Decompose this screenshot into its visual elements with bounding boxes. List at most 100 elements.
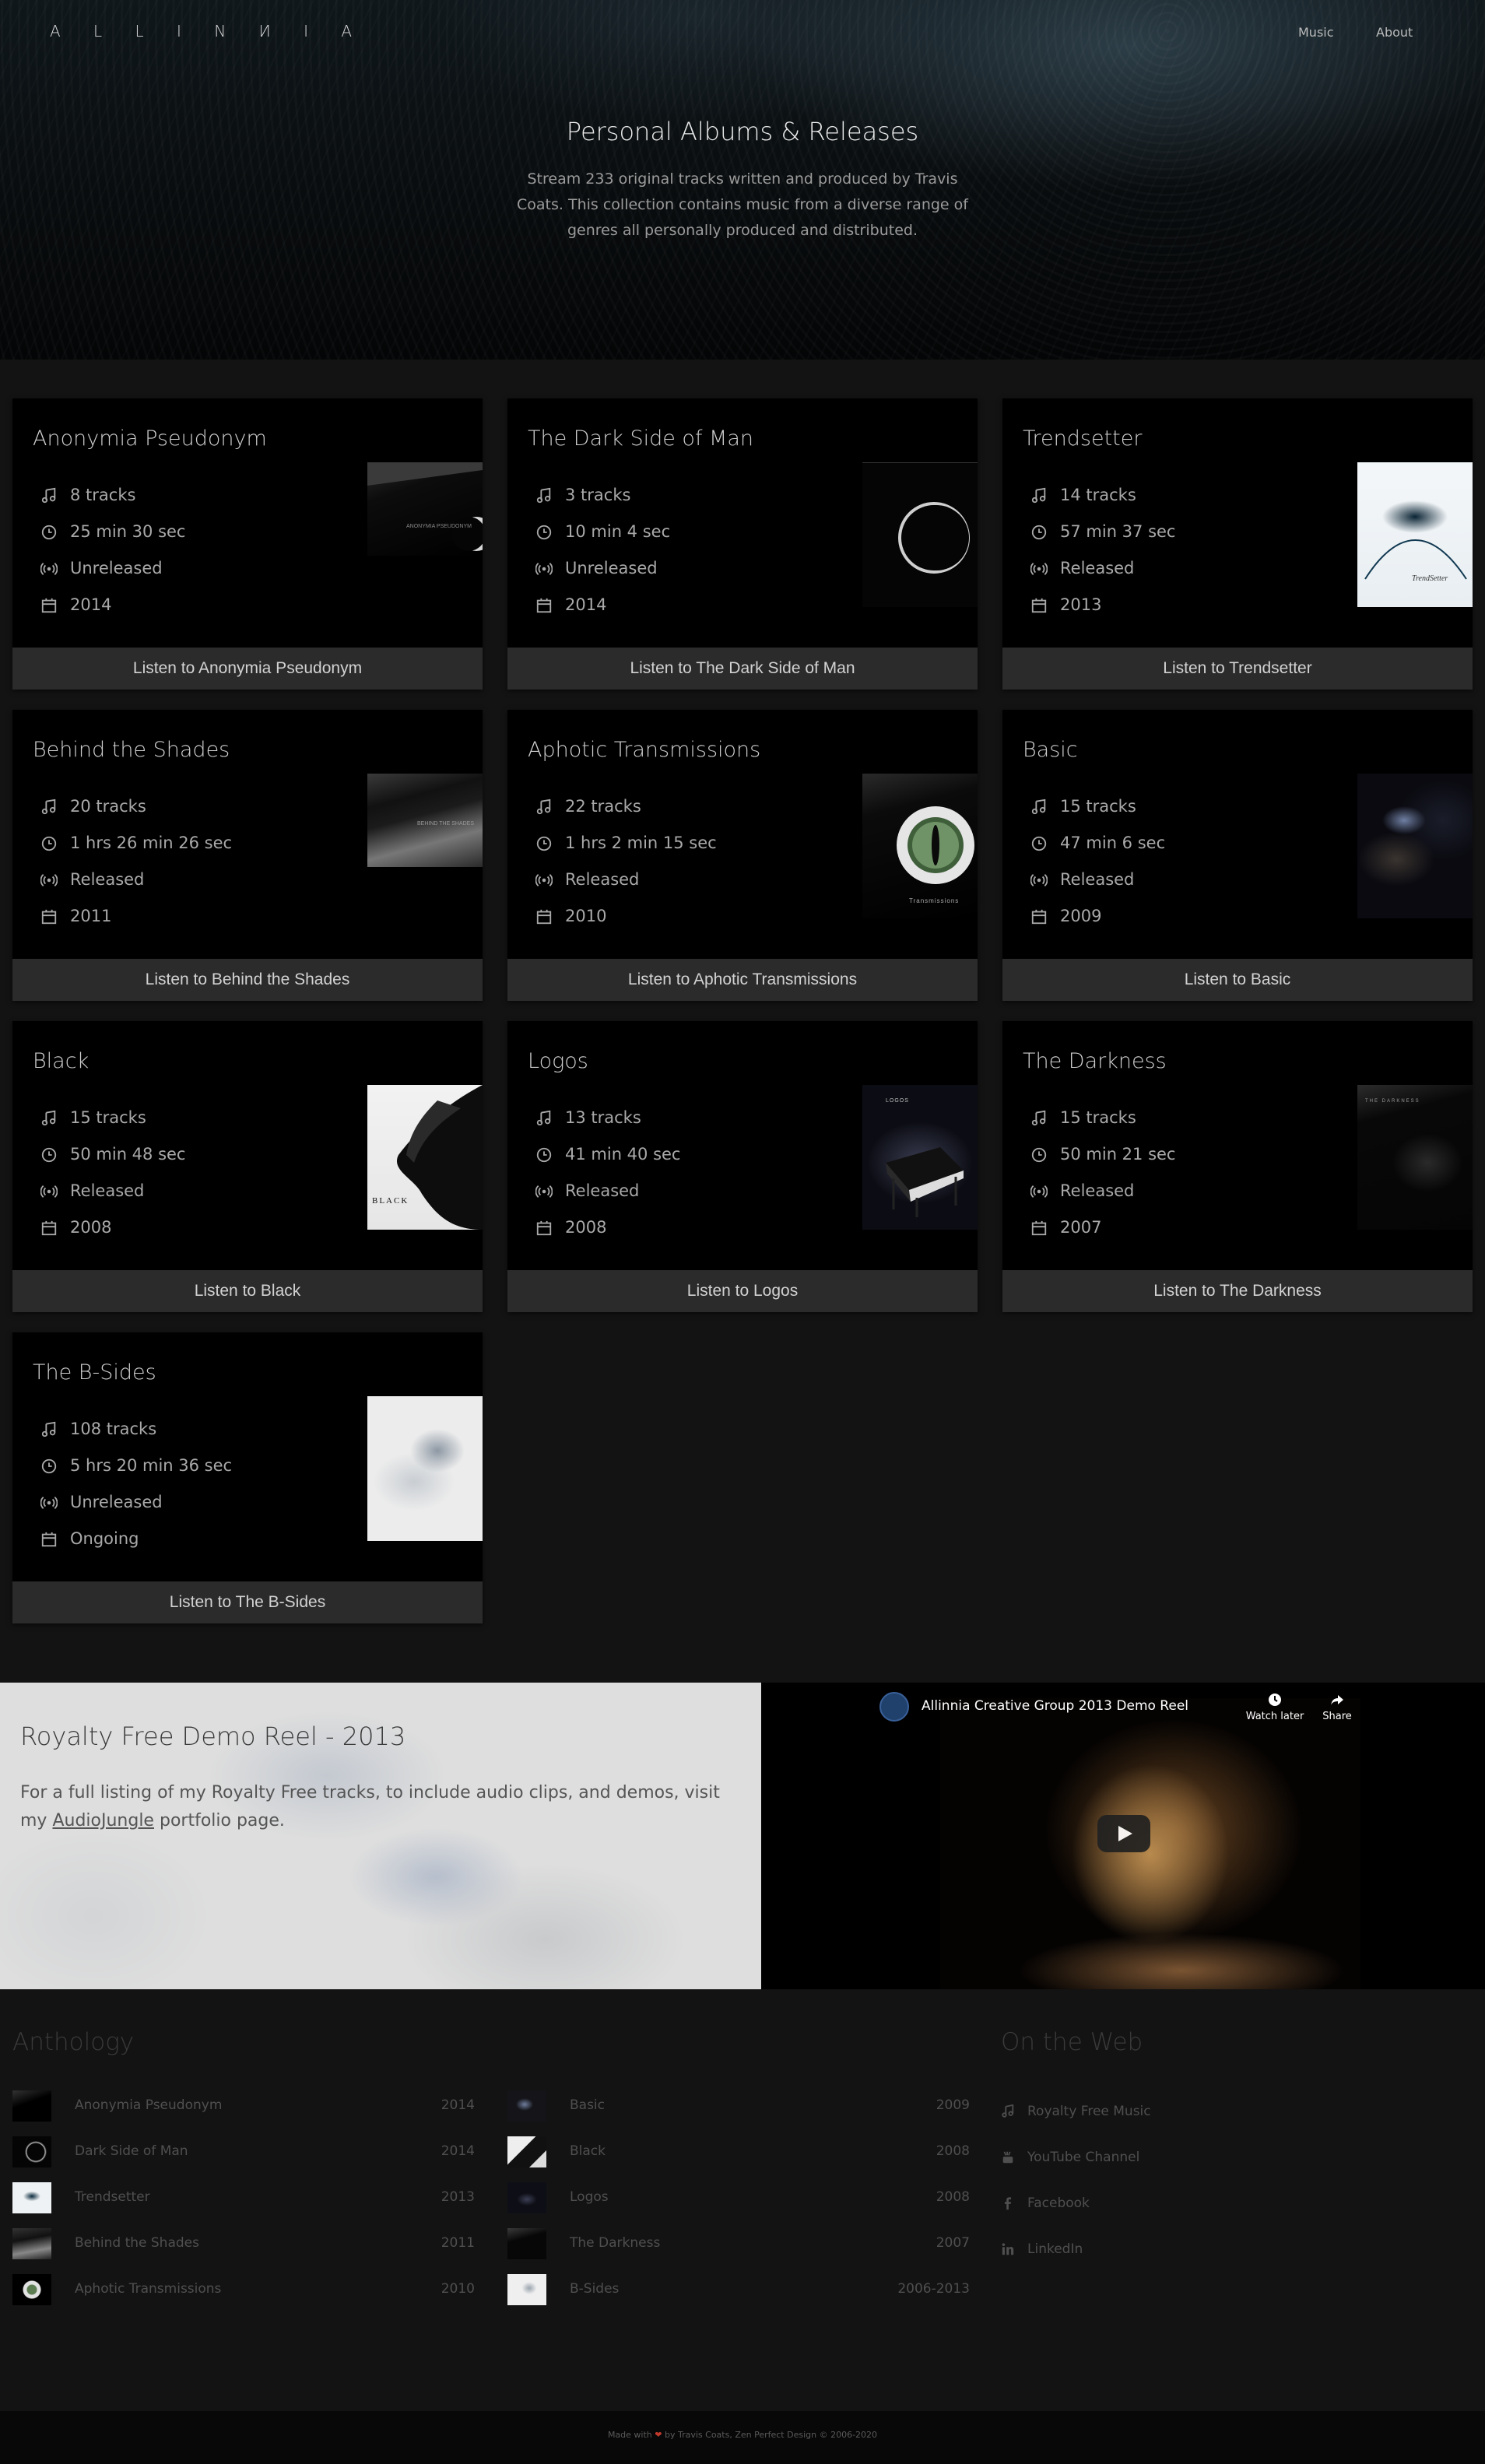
- album-title: Trendsetter: [1023, 426, 1143, 451]
- cover-label: BEHIND THE SHADES: [417, 821, 474, 827]
- demo-reel-text: For a full listing of my Royalty Free tr…: [20, 1779, 752, 1835]
- anthology-item[interactable]: Trendsetter 2013: [12, 2179, 475, 2213]
- listen-button[interactable]: Listen to Aphotic Transmissions: [507, 959, 978, 1001]
- track-count-text: 20 tracks: [70, 797, 146, 816]
- anthology-item[interactable]: Behind the Shades 2011: [12, 2225, 475, 2259]
- listen-button[interactable]: Listen to Basic: [1002, 959, 1473, 1001]
- nav-about[interactable]: About: [1376, 25, 1413, 40]
- album-cover[interactable]: ANONYMIA PSEUDONYM: [367, 462, 483, 556]
- album-cover[interactable]: BEHIND THE SHADES: [367, 774, 483, 867]
- album-title: Aphotic Transmissions: [528, 738, 761, 762]
- site-logo[interactable]: A L L I N И I A: [50, 22, 366, 40]
- clock-icon: [1269, 1694, 1281, 1706]
- broadcast-icon: [1030, 563, 1048, 575]
- album-cover[interactable]: Transmissions: [862, 774, 978, 918]
- anthology-item[interactable]: Anonymia Pseudonym 2014: [12, 2087, 475, 2122]
- album-cover[interactable]: [1357, 774, 1473, 918]
- anthology-name: The Darkness: [570, 2235, 661, 2251]
- audiojungle-link[interactable]: AudioJungle: [52, 1811, 154, 1830]
- album-cover[interactable]: LOGOS: [862, 1085, 978, 1230]
- footer-made-with: Made with: [607, 2430, 652, 2440]
- listen-button[interactable]: Listen to Anonymia Pseudonym: [12, 648, 483, 690]
- anthology-year: 2014: [441, 2097, 475, 2113]
- footer-credit: Made with ❤ by Travis Coats, Zen Perfect…: [0, 2430, 1485, 2440]
- listen-button[interactable]: Listen to Trendsetter: [1002, 648, 1473, 690]
- anthology-item[interactable]: B-Sides 2006-2013: [507, 2271, 970, 2305]
- anthology-item[interactable]: Basic 2009: [507, 2087, 970, 2122]
- video-player[interactable]: Allinnia Creative Group 2013 Demo Reel W…: [761, 1683, 1485, 1989]
- duration-text: 25 min 30 sec: [70, 522, 186, 541]
- release-status-text: Unreleased: [565, 559, 658, 577]
- album-cover[interactable]: TrendSetter: [1357, 462, 1473, 607]
- release-year-text: 2014: [565, 595, 607, 614]
- music-note-icon: [41, 1110, 56, 1126]
- share-label: Share: [1322, 1711, 1352, 1722]
- video-title[interactable]: Allinnia Creative Group 2013 Demo Reel: [922, 1698, 1188, 1714]
- album-cover[interactable]: [367, 1396, 483, 1541]
- share-button[interactable]: Share: [1306, 1692, 1368, 1722]
- clock-icon: [536, 836, 552, 851]
- listen-button[interactable]: Listen to The Darkness: [1002, 1270, 1473, 1312]
- anthology-item[interactable]: Dark Side of Man 2014: [12, 2133, 475, 2167]
- listen-button[interactable]: Listen to The B-Sides: [12, 1581, 483, 1623]
- clock-icon: [1031, 525, 1047, 540]
- track-count-text: 22 tracks: [565, 797, 641, 816]
- track-count-text: 108 tracks: [70, 1420, 157, 1438]
- anthology-item[interactable]: The Darkness 2007: [507, 2225, 970, 2259]
- listen-button[interactable]: Listen to The Dark Side of Man: [507, 648, 978, 690]
- anthology-name: Basic: [570, 2097, 606, 2113]
- raven-wing-cover-art: BLACK: [372, 1085, 483, 1230]
- release-year-text: 2007: [1060, 1218, 1102, 1237]
- watch-later-button[interactable]: Watch later: [1244, 1692, 1306, 1722]
- video-thumbnail: [940, 1698, 1360, 1989]
- album-cover[interactable]: THE DARKNESS: [1357, 1085, 1473, 1230]
- music-note-icon: [41, 1421, 56, 1437]
- anthology-item[interactable]: Logos 2008: [507, 2179, 970, 2213]
- listen-button[interactable]: Listen to Behind the Shades: [12, 959, 483, 1001]
- calendar-icon: [536, 598, 552, 613]
- album-cover[interactable]: BLACK: [367, 1085, 483, 1230]
- anthology-thumbnail: [12, 2136, 51, 2167]
- calendar-icon: [41, 598, 57, 613]
- play-button[interactable]: [1097, 1815, 1150, 1852]
- album-card: The Dark Side of Man 3 tracks 10 min 4 s…: [507, 398, 978, 690]
- clock-icon: [1031, 1147, 1047, 1163]
- album-title: Logos: [528, 1049, 588, 1073]
- track-count-text: 8 tracks: [70, 486, 136, 504]
- royalty-free-music-label: Royalty Free Music: [1027, 2104, 1151, 2119]
- anthology-name: Trendsetter: [75, 2189, 150, 2205]
- page-title: Personal Albums & Releases: [566, 117, 919, 146]
- anthology-year: 2008: [936, 2143, 970, 2159]
- music-note-icon: [41, 799, 56, 815]
- hero-banner: A L L I N И I A Music About Personal Alb…: [0, 0, 1485, 360]
- release-status-text: Released: [1060, 1181, 1135, 1200]
- youtube-icon: [1002, 2151, 1013, 2164]
- release-year-text: Ongoing: [70, 1529, 139, 1548]
- cover-label: THE DARKNESS: [1365, 1099, 1420, 1104]
- nav-music[interactable]: Music: [1298, 25, 1334, 40]
- music-note-icon: [41, 487, 56, 504]
- anthology-item[interactable]: Black 2008: [507, 2133, 970, 2167]
- track-count-text: 13 tracks: [565, 1108, 641, 1127]
- anthology-thumbnail: [507, 2090, 546, 2122]
- track-count-text: 15 tracks: [1060, 1108, 1136, 1127]
- track-count-text: 15 tracks: [1060, 797, 1136, 816]
- album-title: The Dark Side of Man: [528, 426, 753, 451]
- linkedin-label: LinkedIn: [1027, 2241, 1083, 2257]
- broadcast-icon: [1030, 874, 1048, 886]
- channel-avatar[interactable]: [879, 1692, 909, 1722]
- clock-icon: [41, 836, 57, 851]
- listen-button[interactable]: Listen to Black: [12, 1270, 483, 1312]
- release-status-text: Released: [565, 870, 640, 889]
- release-status-text: Unreleased: [70, 1493, 163, 1511]
- facebook-icon: [1004, 2197, 1012, 2210]
- cover-label: LOGOS: [886, 1098, 909, 1104]
- anthology-item[interactable]: Aphotic Transmissions 2010: [12, 2271, 475, 2305]
- anthology-heading: Anthology: [12, 2028, 135, 2056]
- clock-icon: [41, 1458, 57, 1474]
- listen-button[interactable]: Listen to Logos: [507, 1270, 978, 1312]
- calendar-icon: [1031, 909, 1047, 925]
- album-title: Behind the Shades: [33, 738, 230, 762]
- album-cover[interactable]: [862, 462, 978, 607]
- release-year-text: 2011: [70, 907, 112, 925]
